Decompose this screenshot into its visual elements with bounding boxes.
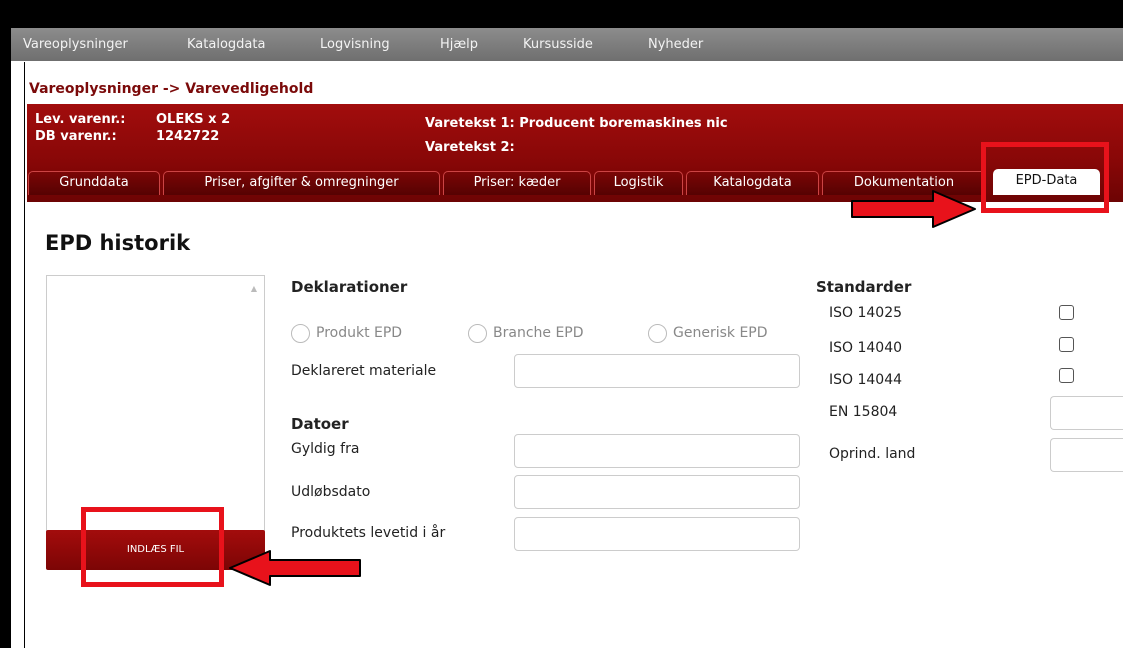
oprind-land-label: Oprind. land: [829, 446, 916, 462]
deklareret-materiale-input[interactable]: [514, 354, 800, 388]
nav-logvisning[interactable]: Logvisning: [320, 37, 390, 52]
deklareret-materiale-label: Deklareret materiale: [291, 363, 437, 379]
scroll-up-icon[interactable]: ▲: [251, 284, 257, 293]
top-navigation: Vareoplysninger Katalogdata Logvisning H…: [11, 28, 1123, 61]
nav-nyheder[interactable]: Nyheder: [648, 37, 703, 52]
deklarationer-heading: Deklarationer: [291, 278, 408, 296]
tab-grunddata[interactable]: Grunddata: [28, 171, 160, 195]
tab-katalogdata[interactable]: Katalogdata: [686, 171, 819, 195]
nav-kursusside[interactable]: Kursusside: [523, 37, 593, 52]
tab-logistik[interactable]: Logistik: [594, 171, 683, 195]
lev-varenr-value: OLEKS x 2: [156, 112, 231, 127]
db-varenr-value: 1242722: [156, 129, 220, 144]
application-page: Vareoplysninger Katalogdata Logvisning H…: [11, 28, 1123, 648]
epd-historik-heading: EPD historik: [45, 231, 191, 255]
oprind-land-input[interactable]: [1050, 438, 1123, 472]
radio-circle-icon: [648, 323, 667, 343]
highlight-box-epd-tab: [981, 142, 1109, 213]
radio-generisk-epd[interactable]: Generisk EPD: [648, 323, 768, 343]
radio-circle-icon: [468, 323, 487, 343]
radio-produkt-epd[interactable]: Produkt EPD: [291, 323, 402, 343]
produktets-levetid-label: Produktets levetid i år: [291, 525, 446, 541]
radio-label: Produkt EPD: [316, 325, 403, 341]
produktets-levetid-input[interactable]: [514, 517, 800, 551]
gyldig-fra-label: Gyldig fra: [291, 441, 360, 457]
nav-vareoplysninger[interactable]: Vareoplysninger: [23, 37, 128, 52]
radio-circle-icon: [291, 323, 310, 343]
gyldig-fra-input[interactable]: [514, 434, 800, 468]
left-border-line: [24, 62, 25, 648]
en-15804-input[interactable]: [1050, 396, 1123, 430]
standarder-heading: Standarder: [816, 278, 912, 296]
lev-varenr-label: Lev. varenr.:: [35, 112, 126, 127]
radio-label: Generisk EPD: [673, 325, 768, 341]
udlobsdato-input[interactable]: [514, 475, 800, 509]
datoer-heading: Datoer: [291, 415, 349, 433]
iso-14040-checkbox[interactable]: [1059, 337, 1074, 352]
iso-14044-label: ISO 14044: [829, 372, 903, 388]
highlight-box-upload: [81, 507, 224, 587]
udlobsdato-label: Udløbsdato: [291, 484, 371, 500]
arrow-left-icon: [229, 550, 361, 586]
iso-14025-label: ISO 14025: [829, 305, 903, 321]
nav-katalogdata[interactable]: Katalogdata: [187, 37, 265, 52]
radio-label: Branche EPD: [493, 325, 584, 341]
arrow-right-icon: [851, 190, 976, 228]
radio-branche-epd[interactable]: Branche EPD: [468, 323, 584, 343]
tab-priser-kaeder[interactable]: Priser: kæder: [443, 171, 591, 195]
iso-14025-checkbox[interactable]: [1059, 305, 1074, 320]
iso-14040-label: ISO 14040: [829, 340, 903, 356]
iso-14044-checkbox[interactable]: [1059, 368, 1074, 383]
tab-priser-afgifter[interactable]: Priser, afgifter & omregninger: [163, 171, 440, 195]
breadcrumb: Vareoplysninger -> Varevedligehold: [29, 81, 314, 97]
en-15804-label: EN 15804: [829, 404, 898, 420]
db-varenr-label: DB varenr.:: [35, 129, 117, 144]
varetekst-2: Varetekst 2:: [425, 140, 515, 155]
varetekst-1: Varetekst 1: Producent boremaskines nic: [425, 116, 728, 131]
nav-hjaelp[interactable]: Hjælp: [440, 37, 478, 52]
